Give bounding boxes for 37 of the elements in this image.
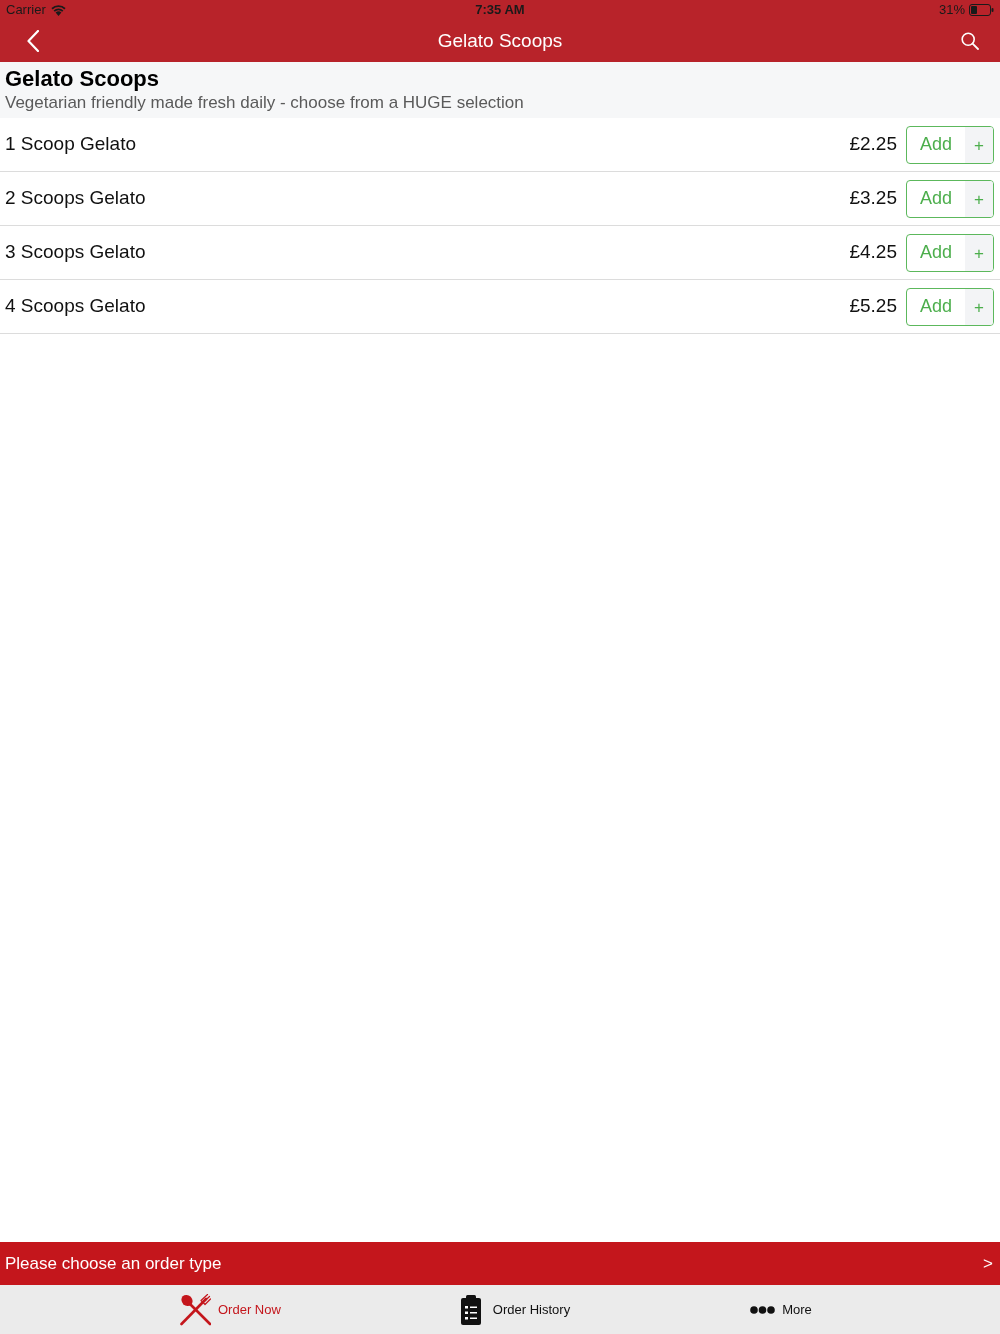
back-button[interactable] (24, 28, 42, 54)
item-name: 1 Scoop Gelato (5, 132, 137, 157)
tab-item[interactable]: Order History (460, 1294, 571, 1325)
nav-title: Gelato Scoops (437, 28, 563, 53)
order-type-arrow: > (983, 1252, 994, 1275)
tab-item[interactable]: Order Now (180, 1293, 281, 1326)
item-name: 3 Scoops Gelato (5, 240, 147, 265)
item-name: 4 Scoops Gelato (5, 294, 147, 319)
item-price: £3.25 (849, 186, 897, 211)
search-icon (961, 32, 979, 50)
category-description: Vegetarian friendly made fresh daily - choose from a HUGE selection (5, 92, 525, 114)
search-button[interactable] (960, 31, 980, 51)
battery-icon (969, 4, 994, 16)
clipboard-icon (460, 1294, 481, 1325)
plus-button[interactable]: + (965, 126, 993, 163)
status-time: 7:35 AM (475, 1, 525, 20)
order-type-bar[interactable]: Please choose an order type > (0, 1242, 1000, 1285)
battery-percent: 31% (938, 1, 965, 20)
add-button[interactable]: Add + (906, 233, 994, 272)
more-dots-icon (750, 1305, 776, 1314)
order-type-prompt: Please choose an order type (5, 1252, 222, 1275)
carrier-name: Carrier (6, 1, 46, 20)
spoon-fork-icon (180, 1293, 211, 1326)
plus-button[interactable]: + (965, 180, 993, 217)
tab-item[interactable]: More (750, 1299, 812, 1320)
category-title: Gelato Scoops (5, 66, 161, 92)
add-button[interactable]: Add + (906, 179, 994, 218)
item-name: 2 Scoops Gelato (5, 186, 147, 211)
plus-button[interactable]: + (965, 288, 993, 325)
back-chevron-icon (27, 30, 39, 52)
plus-button[interactable]: + (965, 234, 993, 271)
wifi-icon (50, 4, 66, 16)
item-price: £4.25 (849, 240, 897, 265)
item-price: £5.25 (849, 294, 897, 319)
add-button[interactable]: Add + (906, 125, 994, 164)
add-button[interactable]: Add + (906, 287, 994, 326)
item-price: £2.25 (849, 132, 897, 157)
